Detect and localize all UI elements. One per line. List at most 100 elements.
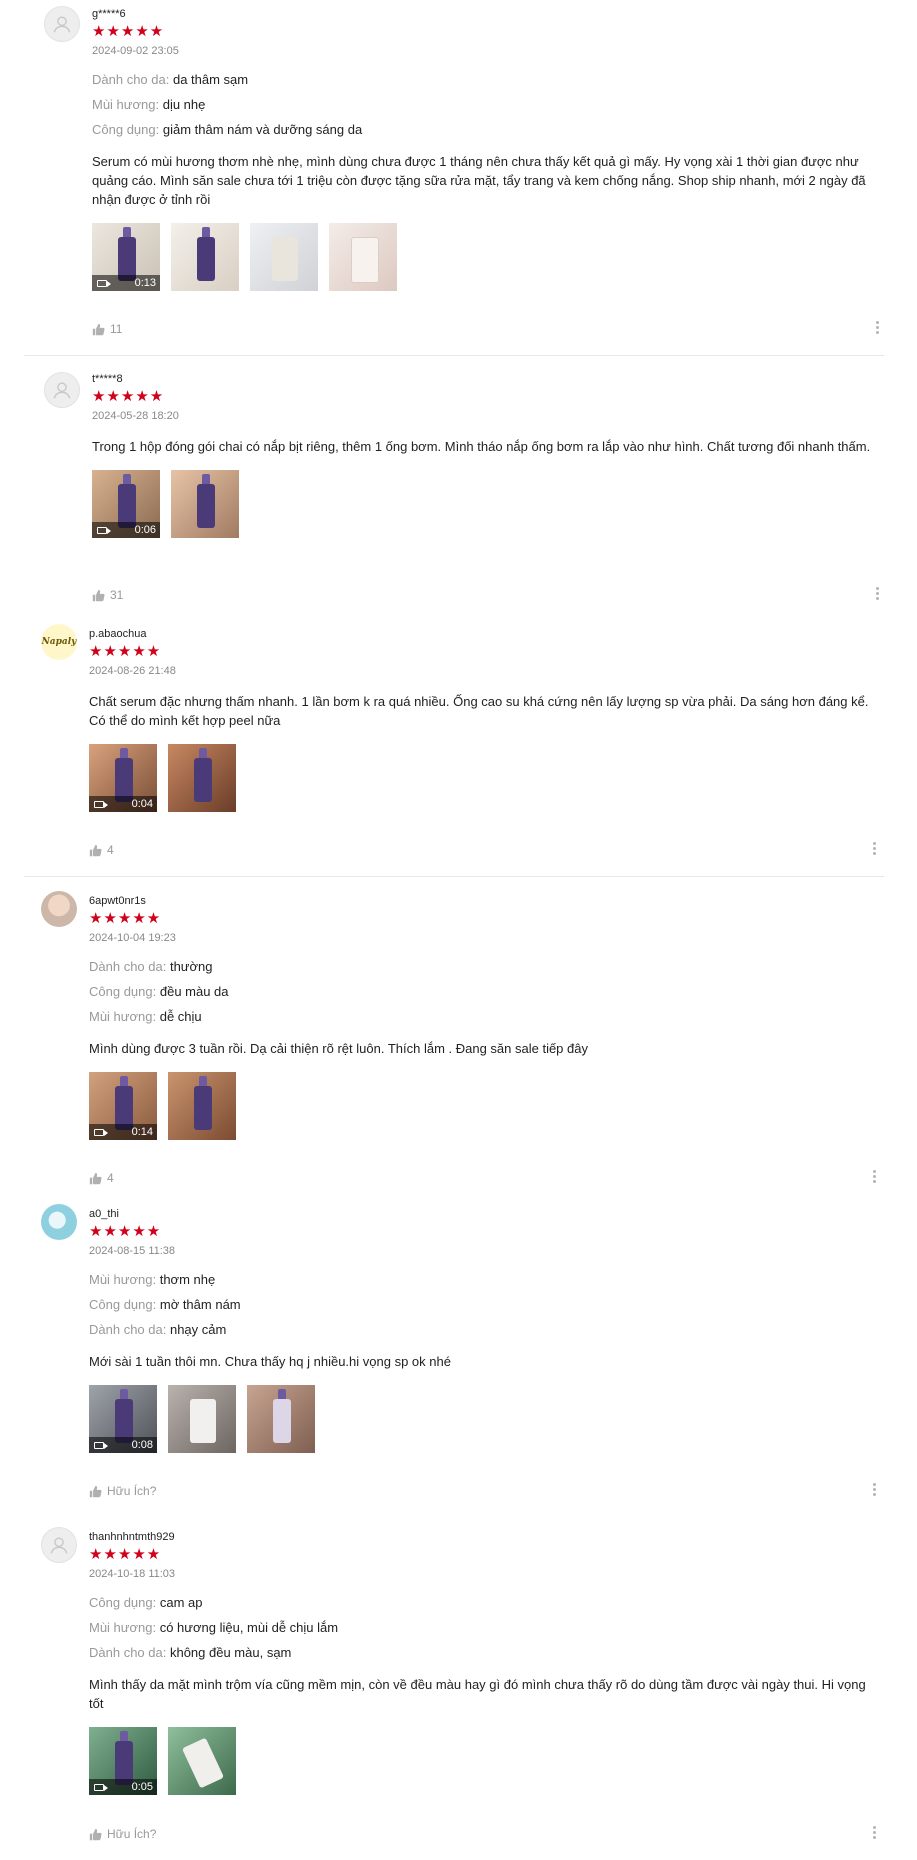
attribute-label: Công dụng: (92, 122, 160, 137)
review-comment: Mình thấy da mặt mình trộm vía cũng mềm … (89, 1677, 866, 1711)
helpful-button[interactable]: Hữu Ích? (89, 1827, 156, 1841)
review-video-thumbnail[interactable]: 0:14 (89, 1072, 157, 1140)
avatar[interactable] (41, 1527, 77, 1563)
more-options-icon[interactable] (876, 321, 880, 336)
review-media: 0:05 (89, 1727, 879, 1795)
attribute-value: đều màu da (159, 984, 229, 999)
video-camera-icon (97, 279, 111, 287)
like-button[interactable]: 11 (92, 322, 122, 336)
more-options-icon[interactable] (873, 1826, 877, 1841)
star-rating: ★★★★★ (89, 1223, 162, 1240)
attribute-value: mờ thâm nám (159, 1297, 241, 1312)
review-timestamp: 2024-05-28 18:20 (92, 410, 179, 422)
review-body: g*****6 ★★★★★ 2024-09-02 23:05 Dành cho … (92, 7, 882, 291)
attribute-row: Mùi hương: thơm nhẹ (89, 1272, 879, 1288)
review-attributes: Dành cho da: thường Công dụng: đều màu d… (89, 959, 879, 1025)
review-comment: Mình dùng được 3 tuần rồi. Dạ cải thiện … (89, 1041, 588, 1056)
default-user-icon (50, 1537, 68, 1554)
avatar[interactable] (41, 891, 77, 927)
helpful-button[interactable]: Hữu Ích? (89, 1484, 156, 1498)
like-count: 31 (110, 588, 124, 602)
reviewer-name: g*****6 (92, 8, 126, 20)
review-media: 0:06 (92, 470, 882, 538)
more-options-icon[interactable] (873, 1483, 877, 1498)
attribute-row: Công dụng: giảm thâm nám và dưỡng sáng d… (92, 122, 882, 138)
attribute-label: Công dụng: (89, 984, 157, 999)
attribute-value: thơm nhẹ (159, 1272, 216, 1287)
review-photo-thumbnail[interactable] (168, 744, 236, 812)
reviewer-name: thanhnhntmth929 (89, 1531, 175, 1543)
reviewer-name: 6apwt0nr1s (89, 895, 146, 907)
attribute-row: Mùi hương: có hương liệu, mùi dễ chịu lắ… (89, 1620, 879, 1636)
attribute-label: Công dụng: (89, 1595, 157, 1610)
like-button[interactable]: 31 (92, 588, 123, 602)
more-options-icon[interactable] (873, 842, 877, 857)
video-duration: 0:06 (134, 524, 156, 536)
attribute-row: Công dụng: mờ thâm nám (89, 1297, 879, 1313)
attribute-row: Mùi hương: dịu nhẹ (92, 97, 882, 113)
reviewer-name: a0_thi (89, 1208, 119, 1220)
avatar[interactable]: Napaly (41, 624, 77, 660)
review-video-thumbnail[interactable]: 0:13 (92, 223, 160, 291)
review-body: a0_thi ★★★★★ 2024-08-15 11:38 Mùi hương:… (89, 1207, 879, 1453)
more-options-icon[interactable] (876, 587, 880, 602)
review-timestamp: 2024-10-18 11:03 (89, 1568, 176, 1580)
like-count: 11 (110, 322, 123, 336)
review-body: t*****8 ★★★★★ 2024-05-28 18:20 Trong 1 h… (92, 372, 882, 538)
like-button[interactable]: 4 (89, 843, 114, 857)
review-video-thumbnail[interactable]: 0:06 (92, 470, 160, 538)
reviewer-name: p.abaochua (89, 628, 147, 640)
review-attributes: Công dụng: cam ap Mùi hương: có hương li… (89, 1595, 879, 1661)
like-count: 4 (107, 843, 114, 857)
like-count: 4 (107, 1171, 114, 1185)
video-duration: 0:14 (131, 1126, 153, 1138)
review-timestamp: 2024-08-15 11:38 (89, 1245, 176, 1257)
review-photo-thumbnail[interactable] (168, 1072, 236, 1140)
attribute-value: giảm thâm nám và dưỡng sáng da (162, 122, 363, 137)
star-rating: ★★★★★ (89, 643, 162, 660)
default-user-icon (53, 16, 71, 33)
review-comment: Trong 1 hộp đóng gói chai có nắp bịt riê… (92, 439, 871, 454)
review-photo-thumbnail[interactable] (171, 470, 239, 538)
thumbs-up-icon (92, 323, 105, 335)
helpful-label: Hữu Ích? (107, 1827, 157, 1841)
review-video-thumbnail[interactable]: 0:05 (89, 1727, 157, 1795)
review-timestamp: 2024-08-26 21:48 (89, 665, 176, 677)
video-camera-icon (94, 1441, 108, 1449)
review-comment: Serum có mùi hương thơm nhè nhẹ, mình dù… (92, 154, 866, 207)
review-video-thumbnail[interactable]: 0:04 (89, 744, 157, 812)
avatar[interactable] (44, 372, 80, 408)
attribute-label: Mùi hương: (89, 1009, 157, 1024)
review-video-thumbnail[interactable]: 0:08 (89, 1385, 157, 1453)
attribute-label: Mùi hương: (89, 1272, 157, 1287)
attribute-label: Mùi hương: (89, 1620, 157, 1635)
thumbs-up-icon (89, 1485, 102, 1497)
review-comment: Chất serum đặc nhưng thấm nhanh. 1 lần b… (89, 694, 869, 728)
review-divider (24, 876, 884, 877)
more-options-icon[interactable] (873, 1170, 877, 1185)
attribute-value: thường (169, 959, 213, 974)
review-photo-thumbnail[interactable] (171, 223, 239, 291)
attribute-value: không đều màu, sạm (169, 1645, 292, 1660)
review-comment: Mới sài 1 tuần thôi mn. Chưa thấy hq j n… (89, 1354, 451, 1369)
thumbs-up-icon (89, 844, 102, 856)
attribute-value: nhạy cảm (169, 1322, 227, 1337)
review-photo-thumbnail[interactable] (168, 1385, 236, 1453)
attribute-row: Mùi hương: dễ chịu (89, 1009, 879, 1025)
avatar[interactable] (44, 6, 80, 42)
review-photo-thumbnail[interactable] (250, 223, 318, 291)
thumbs-up-icon (92, 589, 105, 601)
attribute-value: dịu nhẹ (162, 97, 206, 112)
video-duration: 0:08 (131, 1439, 153, 1451)
review-photo-thumbnail[interactable] (168, 1727, 236, 1795)
video-duration: 0:04 (131, 798, 153, 810)
avatar[interactable] (41, 1204, 77, 1240)
avatar-logo-text: Napaly (41, 637, 77, 647)
thumbs-up-icon (89, 1828, 102, 1840)
attribute-label: Dành cho da: (92, 72, 170, 87)
attribute-row: Dành cho da: da thâm sạm (92, 72, 882, 88)
helpful-label: Hữu Ích? (107, 1484, 157, 1498)
review-photo-thumbnail[interactable] (329, 223, 397, 291)
review-photo-thumbnail[interactable] (247, 1385, 315, 1453)
like-button[interactable]: 4 (89, 1171, 114, 1185)
